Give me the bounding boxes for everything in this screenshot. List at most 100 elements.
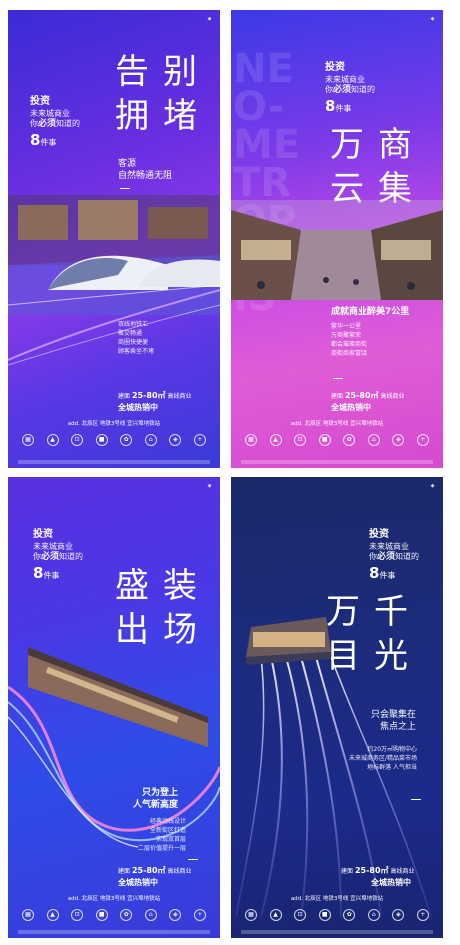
amenity-icons: ▦ ▲ ⊡ ■ ✿ ⌂ ◈ + — [245, 909, 429, 921]
divider — [120, 188, 130, 189]
address: add. 北辰区 地铁3号线 宜兴埠地铁站 — [67, 896, 161, 902]
address: add. 北辰区 地铁3号线 宜兴埠地铁站 — [290, 896, 384, 902]
building-icon: ▦ — [245, 909, 257, 921]
poster-3-subtitle: 只为登上 人气新高度 — [133, 788, 179, 811]
metro-icon: ⊡ — [294, 909, 307, 921]
footer-bar — [18, 930, 210, 934]
amenity-icons: ▦ ▲ ⊡ ■ ✿ ⌂ ◈ + — [245, 434, 429, 446]
poster-1[interactable]: 告 别 拥 堵 投资 未来城商业 你必须知道的 8件事 客源 自然畅通无阻 双线… — [8, 10, 220, 468]
brand-logo — [431, 483, 435, 489]
mall-icon: ◈ — [392, 909, 405, 921]
intro-line: 你必须知道的 — [325, 84, 376, 95]
title-char: 别 — [163, 52, 197, 92]
title-char: 出 — [115, 610, 149, 650]
intro-title: 投资 — [325, 62, 345, 73]
hospital-icon: + — [416, 434, 429, 446]
amenity-icons: ▦ ▲ ⊡ ■ ✿ ⌂ ◈ + — [22, 909, 206, 921]
feature-lines: 繁华一公里 万商聚繁荣 都会璀璨商街 商街商家富饶 — [331, 323, 368, 357]
poster-3[interactable]: 投资 未来城商业 你必须知道的 8件事 盛 装 出 场 只为登上 人气新高度 经… — [8, 477, 220, 938]
intro-count: 8件事 — [369, 563, 396, 582]
poster-2[interactable]: NEO-METROPOLIS 投资 未来城商业 你必须知道的 8件事 万 商 云… — [231, 10, 443, 468]
address: add. 北辰区 地铁3号线 宜兴埠地铁站 — [290, 421, 384, 427]
tower-icon: ▲ — [46, 434, 59, 446]
metro-icon: ⊡ — [71, 434, 84, 446]
intro-block: 投资 未来城商业 你必须知道的 8件事 — [325, 62, 405, 116]
footer-bar — [18, 460, 210, 464]
title-char: 拥 — [115, 96, 149, 136]
school-icon: ⌂ — [144, 909, 157, 921]
intro-line: 你必须知道的 — [369, 551, 420, 562]
park-icon: ✿ — [343, 434, 356, 446]
poster-4-title: 万 千 目 光 — [319, 595, 415, 673]
title-char: 场 — [163, 610, 197, 650]
intro-line: 你必须知道的 — [33, 551, 84, 562]
title-char: 堵 — [163, 96, 197, 136]
intro-line: 你必须知道的 — [30, 118, 81, 129]
mall-icon: ◈ — [169, 909, 182, 921]
intro-title: 投资 — [369, 529, 389, 540]
poster-2-title: 万 商 云 集 — [323, 128, 419, 206]
divider — [188, 859, 198, 860]
feature-lines: 经典动线设计 全新街区打造 实现双首层 二层价值提升一层 — [138, 818, 187, 852]
bus-icon: ■ — [318, 434, 331, 446]
tower-icon: ▲ — [269, 909, 282, 921]
title-char: 商 — [378, 125, 412, 165]
poster-1-title: 告 别 拥 堵 — [108, 55, 204, 133]
intro-block: 投资 未来城商业 你必须知道的 8件事 — [33, 529, 113, 583]
feature-lines: 双线地铁汇 聚交畅通 商圈快捷便 顾客乘坐不堵 — [118, 321, 155, 355]
intro-line: 未来城商业 — [33, 541, 73, 551]
metro-icon: ⊡ — [71, 909, 84, 921]
school-icon: ⌂ — [144, 434, 157, 446]
brand-logo — [431, 16, 435, 22]
intro-line: 未来城商业 — [369, 541, 409, 551]
sale-text: 全城热销中 — [331, 403, 371, 412]
poster-3-title: 盛 装 出 场 — [108, 569, 204, 647]
title-char: 万 — [330, 125, 364, 165]
intro-title: 投资 — [30, 96, 50, 107]
hospital-icon: + — [193, 434, 206, 446]
intro-line: 未来城商业 — [30, 108, 70, 118]
footer-bar — [241, 930, 433, 934]
price-line: 建面 25-80㎡ 高线商业 — [118, 391, 192, 400]
brand-logo — [208, 483, 212, 489]
poster-4-subtitle: 只会聚集在 焦点之上 — [371, 710, 417, 733]
school-icon: ⌂ — [367, 909, 380, 921]
title-char: 盛 — [115, 566, 149, 606]
hospital-icon: + — [193, 909, 206, 921]
brand-logo — [208, 16, 212, 22]
divider — [411, 799, 421, 800]
mall-icon: ◈ — [169, 434, 182, 446]
title-char: 目 — [326, 636, 360, 676]
intro-count: 8件事 — [325, 96, 352, 115]
sale-text: 全城热销中 — [118, 403, 158, 412]
metro-icon: ⊡ — [294, 434, 307, 446]
street-photo — [231, 200, 443, 300]
price-line: 建面 25-80㎡ 高线商业 — [341, 866, 415, 875]
price-line: 建面 25-80㎡ 高线商业 — [331, 391, 405, 400]
poster-4[interactable]: 投资 未来城商业 你必须知道的 8件事 万 千 目 光 只会聚集在 焦点之上 约… — [231, 477, 443, 938]
title-char: 千 — [374, 592, 408, 632]
tower-icon: ▲ — [269, 434, 282, 446]
intro-line: 未来城商业 — [325, 74, 365, 84]
poster-1-subtitle: 客源 自然畅通无阻 — [118, 159, 173, 182]
sale-text: 全城热销中 — [371, 878, 411, 887]
bus-icon: ■ — [95, 434, 108, 446]
building-icon: ▦ — [245, 434, 257, 446]
title-char: 告 — [115, 52, 149, 92]
price-line: 建面 25-80㎡ 高线商业 — [118, 866, 192, 875]
address: add. 北辰区 地铁3号线 宜兴埠地铁站 — [67, 421, 161, 427]
intro-count: 8件事 — [30, 130, 57, 149]
tower-icon: ▲ — [46, 909, 59, 921]
building-icon: ▦ — [22, 434, 34, 446]
mall-icon: ◈ — [392, 434, 405, 446]
title-char: 光 — [374, 636, 408, 676]
feature-lines: 约20万㎡购物中心 未来城商务区/精品菜市场 地标群落 人气担当 — [349, 746, 418, 771]
school-icon: ⌂ — [367, 434, 380, 446]
divider — [333, 378, 343, 379]
park-icon: ✿ — [120, 434, 133, 446]
footer-bar — [241, 460, 433, 464]
light-swirl — [8, 647, 220, 848]
sale-text: 全城热销中 — [118, 878, 158, 887]
amenity-icons: ▦ ▲ ⊡ ■ ✿ ⌂ ◈ + — [22, 434, 206, 446]
bus-icon: ■ — [95, 909, 108, 921]
